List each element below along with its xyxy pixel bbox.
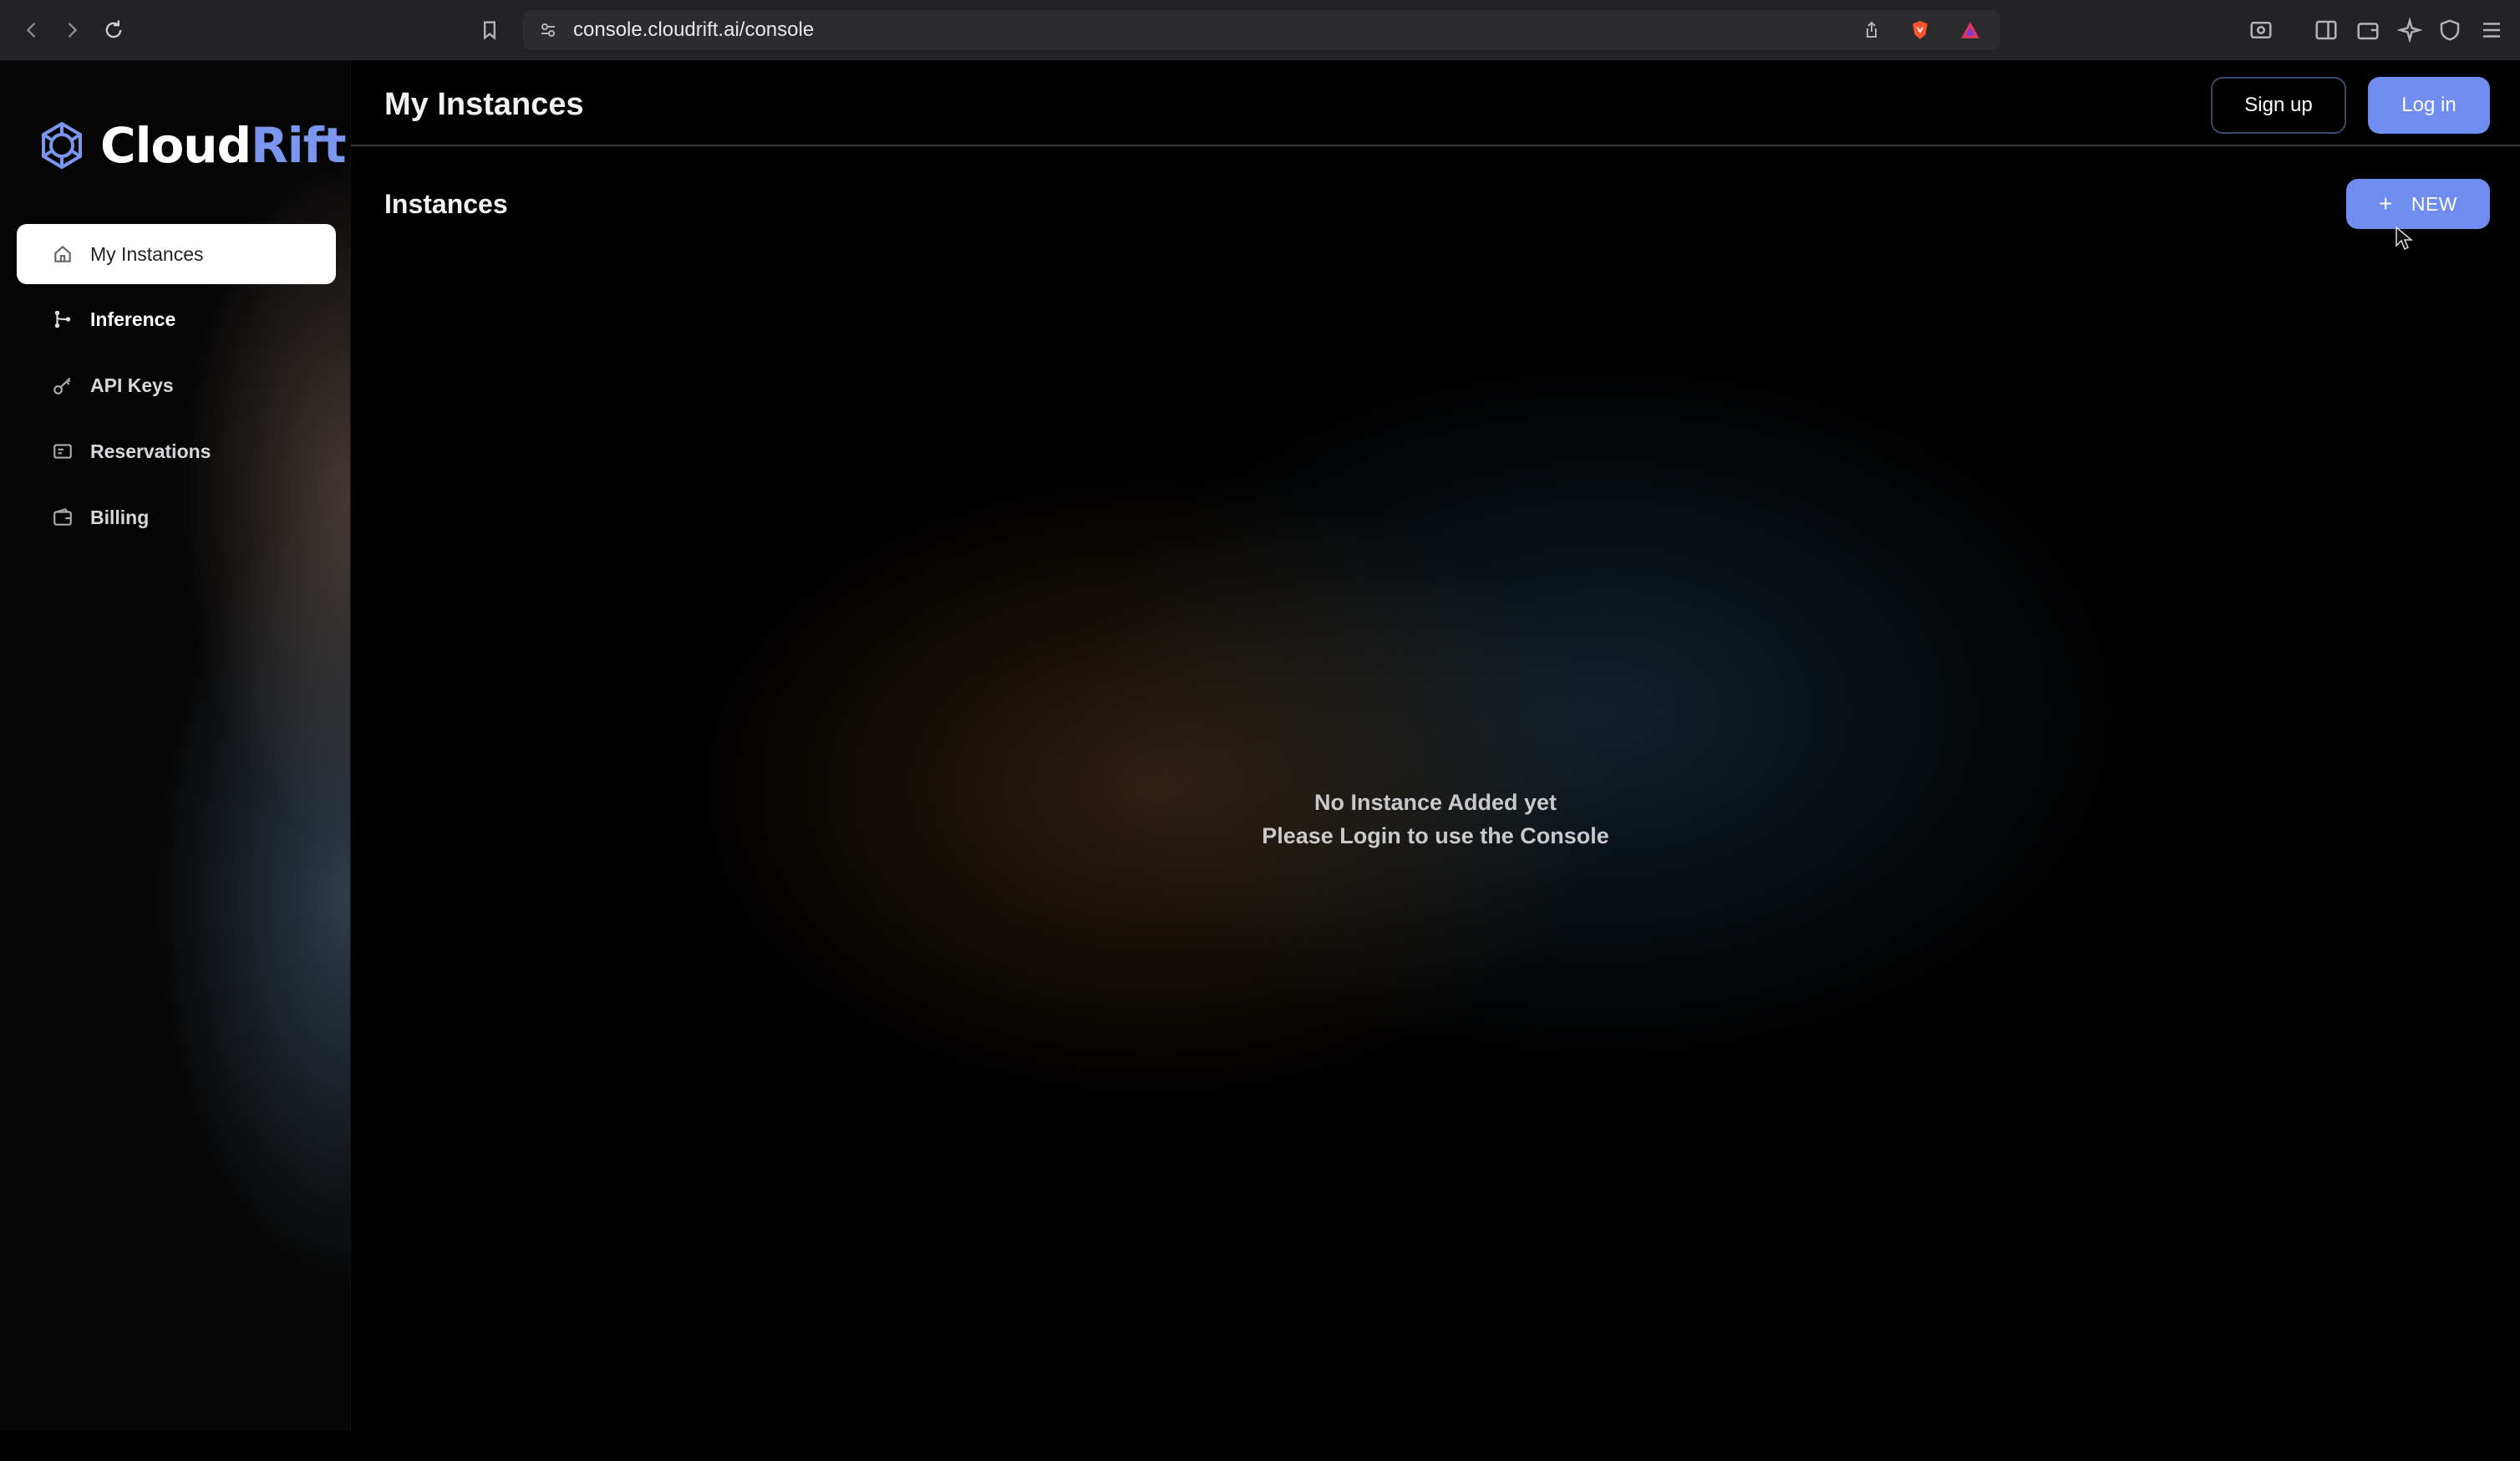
forward-button[interactable] <box>55 13 89 47</box>
bookmark-button[interactable] <box>473 13 506 47</box>
cloudrift-logo-icon <box>42 121 82 170</box>
cloudrift-logo[interactable]: CloudRift <box>35 112 347 179</box>
site-settings-icon[interactable] <box>536 18 560 42</box>
back-button[interactable] <box>15 13 48 47</box>
reservation-icon <box>50 439 75 464</box>
chevron-left-icon <box>26 23 36 38</box>
bottom-strip <box>0 1431 2520 1461</box>
share-icon[interactable] <box>1860 18 1883 42</box>
sidebar-item-inference[interactable]: Inference <box>17 289 336 349</box>
new-button-label: NEW <box>2411 192 2458 215</box>
sidebar: CloudRift My Instances Inference API Key… <box>0 60 351 1431</box>
home-icon <box>50 242 75 267</box>
address-bar[interactable]: console.cloudrift.ai/console <box>523 10 2000 50</box>
sidebar-item-billing[interactable]: Billing <box>17 487 336 547</box>
brave-rewards-icon[interactable] <box>1959 18 1982 42</box>
sidebar-item-api-keys[interactable]: API Keys <box>17 355 336 415</box>
sidebar-item-label: API Keys <box>90 374 174 396</box>
plus-icon: + <box>2378 191 2393 216</box>
menu-icon[interactable] <box>2477 15 2507 45</box>
sidebar-toggle-icon[interactable] <box>2311 15 2341 45</box>
wallet-toolbar-icon[interactable] <box>2353 15 2383 45</box>
sign-up-button[interactable]: Sign up <box>2211 77 2346 134</box>
sidebar-item-reservations[interactable]: Reservations <box>17 421 336 481</box>
page-title: My Instances <box>384 87 584 122</box>
key-icon <box>50 373 75 398</box>
main-content: My Instances Sign up Log in Instances + … <box>351 60 2520 1431</box>
logo-wordmark: CloudRift <box>100 117 347 174</box>
sidebar-item-label: Inference <box>90 308 176 330</box>
leo-ai-icon[interactable] <box>2395 15 2425 45</box>
logo-text-accent: Rift <box>251 117 347 174</box>
header-divider <box>351 145 2520 146</box>
new-instance-button[interactable]: + NEW <box>2346 179 2490 229</box>
screenshot-icon[interactable] <box>2246 15 2276 45</box>
brave-shield-icon[interactable] <box>1908 18 1932 42</box>
vpn-shield-icon[interactable] <box>2435 15 2465 45</box>
sidebar-item-label: Billing <box>90 506 150 528</box>
sidebar-item-label: Reservations <box>90 440 211 462</box>
logo-text-main: Cloud <box>100 117 251 174</box>
log-in-button[interactable]: Log in <box>2368 77 2490 134</box>
mouse-cursor-icon <box>2396 226 2414 251</box>
sidebar-item-my-instances[interactable]: My Instances <box>17 224 336 284</box>
bookmark-icon <box>484 21 495 40</box>
reload-button[interactable] <box>97 13 130 47</box>
branch-icon <box>50 307 75 332</box>
chevron-right-icon <box>68 23 78 38</box>
url-text[interactable]: console.cloudrift.ai/console <box>573 10 814 50</box>
empty-state: No Instance Added yet Please Login to us… <box>351 786 2520 853</box>
empty-state-title: No Instance Added yet <box>1313 790 1557 815</box>
section-title: Instances <box>384 189 508 219</box>
wallet-icon <box>50 505 75 530</box>
reload-icon <box>105 20 122 38</box>
empty-state-message: Please Login to use the Console <box>1262 823 1609 848</box>
browser-toolbar: console.cloudrift.ai/console <box>0 0 2520 60</box>
sidebar-item-label: My Instances <box>90 242 204 265</box>
